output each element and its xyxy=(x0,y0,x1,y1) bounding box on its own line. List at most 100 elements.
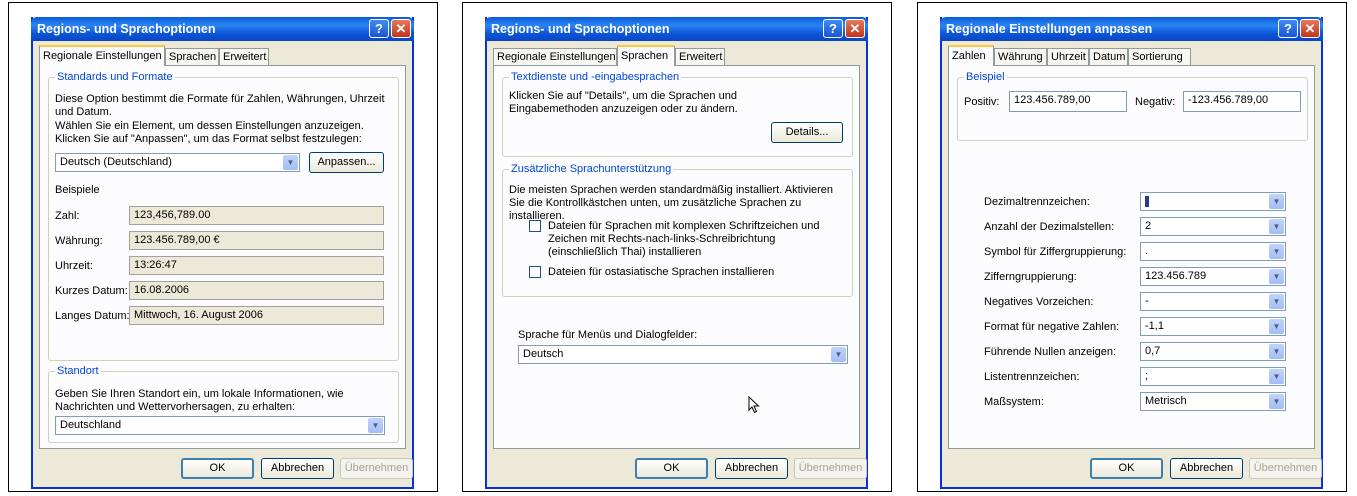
tab-languages[interactable]: Sprachen xyxy=(617,45,675,66)
field-label-decimal-digits: Anzahl der Dezimalstellen: xyxy=(984,221,1115,233)
help-icon[interactable]: ? xyxy=(823,19,843,38)
example-value-number: 123,456,789.00 xyxy=(129,206,384,225)
location-dropdown[interactable]: Deutschland ▼ xyxy=(55,416,385,435)
mouse-pointer-icon xyxy=(748,396,760,414)
field-value: 2 xyxy=(1145,220,1152,232)
menu-language-dropdown[interactable]: Deutsch ▼ xyxy=(518,345,848,364)
close-icon[interactable]: ✕ xyxy=(1300,19,1320,38)
cancel-button[interactable]: Abbrechen xyxy=(261,458,334,479)
field-value: 0,7 xyxy=(1145,345,1161,357)
chevron-down-icon[interactable]: ▼ xyxy=(283,155,298,170)
title-bar: Regions- und Sprachoptionen ? ✕ xyxy=(485,17,868,41)
close-icon[interactable]: ✕ xyxy=(391,19,411,38)
tab-currency[interactable]: Währung xyxy=(994,48,1047,65)
chevron-down-icon[interactable]: ▼ xyxy=(1269,194,1284,209)
east-asian-label: Dateien für ostasiatische Sprachen insta… xyxy=(548,266,775,278)
locale-dropdown[interactable]: Deutsch (Deutschland) ▼ xyxy=(55,153,300,172)
east-asian-checkbox[interactable] xyxy=(529,266,541,278)
close-icon[interactable]: ✕ xyxy=(845,19,865,38)
tab-time[interactable]: Uhrzeit xyxy=(1047,48,1089,65)
location-group: Standort Geben Sie Ihren Standort ein, u… xyxy=(48,365,399,443)
customize-button[interactable]: Anpassen... xyxy=(309,152,384,173)
tab-panel: Beispiel Positiv: 123.456.789,00 Negativ… xyxy=(948,65,1315,449)
chevron-down-icon[interactable]: ▼ xyxy=(1269,319,1284,334)
chevron-down-icon[interactable]: ▼ xyxy=(1269,369,1284,384)
window-title: Regions- und Sprachoptionen xyxy=(491,22,670,36)
ok-button[interactable]: OK xyxy=(635,458,708,479)
details-button[interactable]: Details... xyxy=(771,122,843,143)
digit-grouping-dropdown[interactable]: 123.456.789 ▼ xyxy=(1140,267,1286,286)
chevron-down-icon[interactable]: ▼ xyxy=(1269,219,1284,234)
ok-button[interactable]: OK xyxy=(1090,458,1163,479)
list-separator-dropdown[interactable]: ; ▼ xyxy=(1140,367,1286,386)
field-value: -1,1 xyxy=(1145,320,1164,332)
menu-language-label: Sprache für Menüs und Dialogfelder: xyxy=(518,329,698,341)
text-caret xyxy=(1145,195,1149,207)
grouping-symbol-dropdown[interactable]: . ▼ xyxy=(1140,242,1286,261)
example-label-long-date: Langes Datum: xyxy=(55,310,130,322)
tab-languages[interactable]: Sprachen xyxy=(165,48,219,65)
example-value-short-date: 16.08.2006 xyxy=(129,281,384,300)
negative-sign-dropdown[interactable]: - ▼ xyxy=(1140,292,1286,311)
title-bar: Regionale Einstellungen anpassen ? ✕ xyxy=(940,17,1323,41)
positive-label: Positiv: xyxy=(964,96,1000,108)
field-label-negative-format: Format für negative Zahlen: xyxy=(984,321,1120,333)
negative-format-dropdown[interactable]: -1,1 ▼ xyxy=(1140,317,1286,336)
field-label-decimal-symbol: Dezimaltrennzeichen: xyxy=(984,196,1090,208)
tab-regional-settings[interactable]: Regionale Einstellungen xyxy=(493,48,617,65)
cancel-button[interactable]: Abbrechen xyxy=(1170,458,1243,479)
complex-script-label: Dateien für Sprachen mit komplexen Schri… xyxy=(548,220,820,258)
field-label-leading-zeros: Führende Nullen anzeigen: xyxy=(984,346,1117,358)
chevron-down-icon[interactable]: ▼ xyxy=(831,347,846,362)
tab-sorting[interactable]: Sortierung xyxy=(1128,48,1191,65)
location-value: Deutschland xyxy=(60,419,122,431)
example-value-currency: 123.456.789,00 € xyxy=(129,231,384,250)
field-value: . xyxy=(1145,245,1149,257)
chevron-down-icon[interactable]: ▼ xyxy=(1269,344,1284,359)
tab-advanced[interactable]: Erweitert xyxy=(219,48,269,65)
chevron-down-icon[interactable]: ▼ xyxy=(368,418,383,433)
chevron-down-icon[interactable]: ▼ xyxy=(1269,394,1284,409)
apply-button[interactable]: Übernehmen xyxy=(340,458,413,479)
title-bar: Regions- und Sprachoptionen ? ✕ xyxy=(31,17,414,41)
tab-date[interactable]: Datum xyxy=(1089,48,1128,65)
example-label-time: Uhrzeit: xyxy=(55,260,93,272)
chevron-down-icon[interactable]: ▼ xyxy=(1269,244,1284,259)
leading-zeros-dropdown[interactable]: 0,7 ▼ xyxy=(1140,342,1286,361)
tab-numbers[interactable]: Zahlen xyxy=(948,45,994,66)
chevron-down-icon[interactable]: ▼ xyxy=(1269,294,1284,309)
decimal-symbol-dropdown[interactable]: ▼ xyxy=(1140,192,1286,211)
group-title: Standort xyxy=(55,365,101,377)
help-icon[interactable]: ? xyxy=(1278,19,1298,38)
group-title: Zusätzliche Sprachunterstützung xyxy=(509,163,674,175)
example-label-short-date: Kurzes Datum: xyxy=(55,285,128,297)
example-value-time: 13:26:47 xyxy=(129,256,384,275)
measurement-system-dropdown[interactable]: Metrisch ▼ xyxy=(1140,392,1286,411)
tab-regional-settings[interactable]: Regionale Einstellungen xyxy=(39,45,165,66)
group-title: Beispiel xyxy=(964,71,1007,83)
tab-panel: Textdienste und -eingabesprachen Klicken… xyxy=(493,65,860,449)
cancel-button[interactable]: Abbrechen xyxy=(715,458,788,479)
group-title: Standards und Formate xyxy=(55,71,175,83)
apply-button[interactable]: Übernehmen xyxy=(1249,458,1322,479)
locale-value: Deutsch (Deutschland) xyxy=(60,156,172,168)
negative-label: Negativ: xyxy=(1135,96,1176,108)
regional-options-dialog-languages: Regions- und Sprachoptionen ? ✕ Regional… xyxy=(485,17,868,489)
tab-advanced[interactable]: Erweitert xyxy=(675,48,725,65)
complex-script-checkbox[interactable] xyxy=(529,220,541,232)
apply-button[interactable]: Übernehmen xyxy=(794,458,867,479)
chevron-down-icon[interactable]: ▼ xyxy=(1269,269,1284,284)
window-title: Regions- und Sprachoptionen xyxy=(37,22,216,36)
field-label-measurement-system: Maßsystem: xyxy=(984,396,1044,408)
field-value: 123.456.789 xyxy=(1145,270,1207,282)
standards-formats-group: Standards und Formate Diese Option besti… xyxy=(48,71,399,361)
tab-panel: Standards und Formate Diese Option besti… xyxy=(39,65,406,449)
example-label-number: Zahl: xyxy=(55,210,80,222)
description-text: Diese Option bestimmt die Formate für Za… xyxy=(55,93,385,118)
field-label-digit-grouping: Zifferngruppierung: xyxy=(984,271,1077,283)
ok-button[interactable]: OK xyxy=(181,458,254,479)
decimal-digits-dropdown[interactable]: 2 ▼ xyxy=(1140,217,1286,236)
location-description: Geben Sie Ihren Standort ein, um lokale … xyxy=(55,388,344,413)
regional-options-dialog: Regions- und Sprachoptionen ? ✕ Regional… xyxy=(31,17,414,489)
help-icon[interactable]: ? xyxy=(369,19,389,38)
